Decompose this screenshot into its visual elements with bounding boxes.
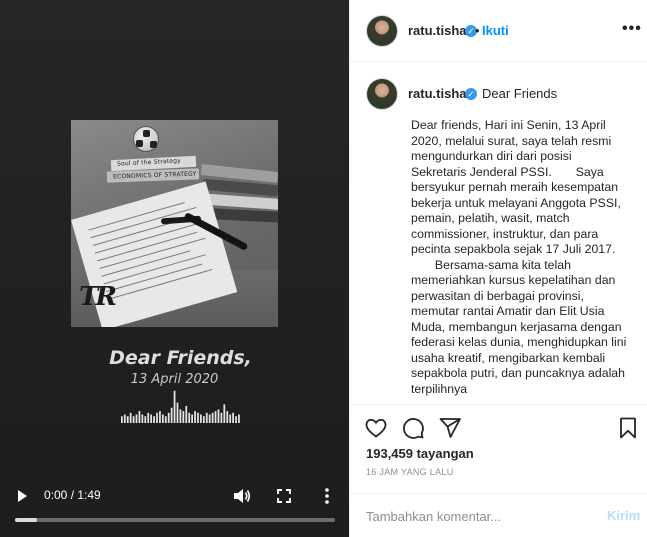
- more-vertical-icon[interactable]: [320, 487, 334, 505]
- comment-icon[interactable]: [401, 416, 425, 440]
- waveform-bar: [220, 412, 223, 423]
- comment-bar: Kirim: [350, 493, 647, 537]
- waveform-bar: [179, 409, 182, 423]
- video-time: 0:00 / 1:49: [44, 488, 101, 502]
- album-cover-image: Soul of the Strategy ECONOMICS OF STRATE…: [71, 120, 278, 327]
- waveform-bar: [141, 414, 144, 423]
- avatar[interactable]: [366, 78, 398, 110]
- waveform-bar: [232, 412, 234, 423]
- video-progress-fill: [15, 518, 37, 522]
- waveform-bar: [135, 414, 138, 423]
- waveform-bar: [226, 411, 229, 423]
- waveform-bar: [170, 407, 173, 423]
- waveform-bar: [138, 411, 141, 423]
- waveform-bar: [205, 412, 208, 423]
- comment-input[interactable]: [366, 506, 586, 526]
- fullscreen-icon[interactable]: [276, 488, 292, 504]
- waveform-bar: [202, 416, 205, 423]
- caption-area: ratu.tisha ✓ Dear Friends Dear friends, …: [350, 63, 647, 405]
- verified-badge-icon: ✓: [465, 88, 477, 100]
- waveform-bar: [200, 414, 202, 423]
- tr-logo: TR: [79, 282, 117, 312]
- heart-icon[interactable]: [364, 416, 388, 440]
- waveform-bar: [164, 416, 167, 423]
- avatar[interactable]: [366, 15, 398, 47]
- action-bar: [350, 406, 647, 446]
- view-count[interactable]: 193,459 tayangan: [366, 446, 474, 461]
- bookmark-icon[interactable]: [616, 416, 640, 440]
- post-timestamp[interactable]: 16 JAM YANG LALU: [366, 467, 454, 477]
- caption-text: Dear friends, Hari ini Senin, 13 April 2…: [411, 118, 627, 396]
- video-controls: 0:00 / 1:49: [0, 482, 349, 512]
- waveform-bar: [161, 414, 164, 423]
- waveform-bar: [156, 412, 158, 423]
- waveform-bar: [197, 412, 199, 423]
- waveform-bar: [191, 414, 193, 423]
- waveform-bar: [123, 414, 126, 423]
- username[interactable]: ratu.tisha: [408, 23, 467, 38]
- share-icon[interactable]: [438, 416, 462, 440]
- waveform-bar: [185, 406, 188, 423]
- book: [210, 208, 278, 223]
- more-horizontal-icon[interactable]: •••: [622, 21, 642, 37]
- waveform-bar: [182, 411, 185, 423]
- waveform-bar: [208, 414, 211, 423]
- waveform-bar: [173, 390, 176, 423]
- waveform-bar: [121, 416, 123, 423]
- waveform-bar: [188, 412, 191, 423]
- waveform-bar: [144, 416, 147, 423]
- waveform-bar: [235, 416, 237, 423]
- waveform-bar: [153, 416, 155, 423]
- follow-separator: •: [475, 23, 480, 38]
- video-overlay-title: Dear Friends,: [109, 347, 252, 369]
- play-icon[interactable]: [18, 490, 27, 502]
- waveform-bar: [126, 416, 129, 423]
- caption-title: Dear Friends: [482, 86, 558, 101]
- video-progress-bar[interactable]: [15, 518, 335, 522]
- waveform-bar: [194, 411, 196, 423]
- waveform-bar: [167, 412, 170, 423]
- waveform-bar: [238, 414, 240, 423]
- waveform-bar: [150, 414, 153, 423]
- waveform-bar: [176, 402, 179, 423]
- waveform-bar: [211, 412, 214, 423]
- audio-waveform: [121, 390, 240, 423]
- waveform-bar: [217, 409, 220, 423]
- video-player[interactable]: Soul of the Strategy ECONOMICS OF STRATE…: [0, 0, 349, 537]
- follow-button[interactable]: Ikuti: [482, 23, 509, 38]
- waveform-bar: [229, 414, 232, 423]
- waveform-bar: [159, 411, 161, 423]
- waveform-bar: [132, 416, 135, 423]
- waveform-bar: [147, 412, 150, 423]
- post-header: ratu.tisha ✓ • Ikuti •••: [350, 0, 647, 62]
- waveform-bar: [223, 404, 226, 423]
- waveform-bar: [214, 411, 217, 423]
- video-overlay-date: 13 April 2020: [130, 372, 219, 387]
- waveform-bar: [129, 412, 132, 423]
- football: [133, 126, 159, 152]
- caption-username[interactable]: ratu.tisha: [408, 86, 467, 101]
- volume-icon[interactable]: [233, 488, 251, 504]
- post-panel: ratu.tisha ✓ • Ikuti ••• ratu.tisha ✓ De…: [349, 0, 647, 537]
- post-comment-button[interactable]: Kirim: [607, 508, 640, 523]
